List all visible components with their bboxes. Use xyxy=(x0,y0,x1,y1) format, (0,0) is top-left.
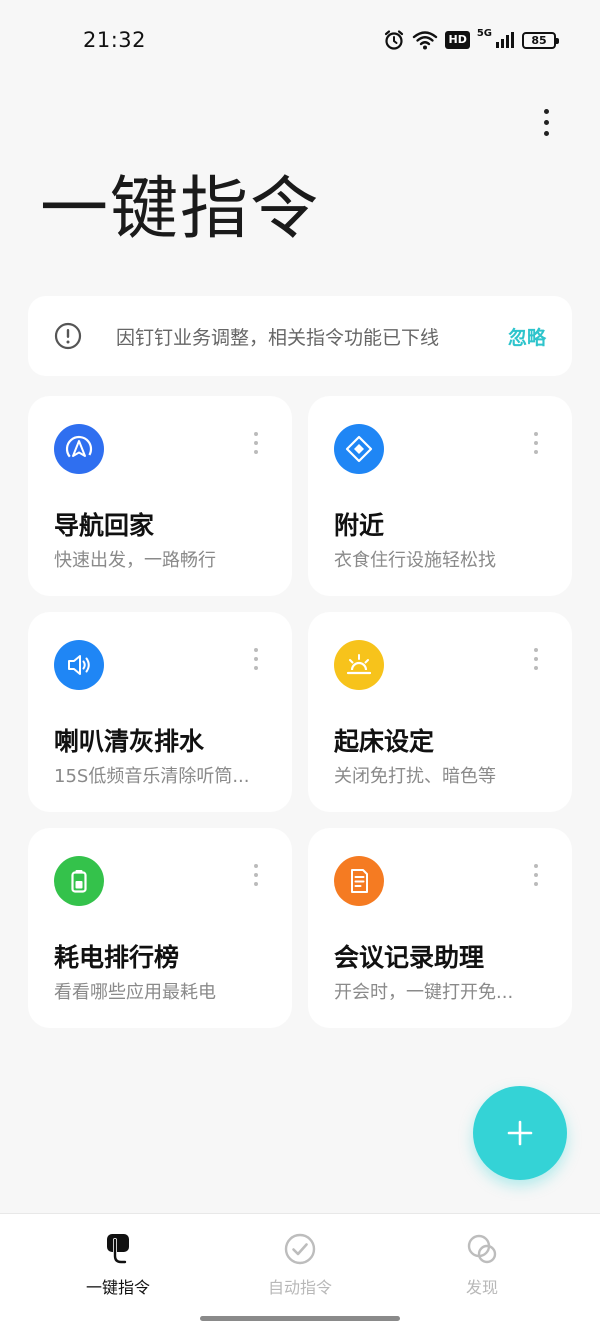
one-tap-command-icon xyxy=(107,1234,129,1264)
nav-label: 自动指令 xyxy=(267,1278,332,1297)
card-title: 会议记录助理 xyxy=(334,943,485,972)
nav-label: 一键指令 xyxy=(85,1278,150,1297)
status-icons: HD 5G 85 xyxy=(383,28,559,52)
card-title: 起床设定 xyxy=(334,727,435,756)
card-subtitle: 衣食住行设施轻松找 xyxy=(334,550,496,571)
signal-icon xyxy=(496,32,514,48)
navigation-arrow-icon xyxy=(54,424,104,474)
command-card-speaker-clean[interactable]: 喇叭清灰排水 15S低频音乐清除听筒... xyxy=(28,612,292,812)
screen: 21:32 HD 5G 85 一键指令 因钉钉业务调整，相关指令功能已下线 忽略… xyxy=(0,0,600,1333)
card-more-button[interactable] xyxy=(526,644,546,674)
card-more-button[interactable] xyxy=(526,860,546,890)
battery-icon xyxy=(54,856,104,906)
alarm-icon xyxy=(385,30,404,50)
card-subtitle: 看看哪些应用最耗电 xyxy=(54,982,216,1003)
wifi-icon xyxy=(413,31,438,50)
command-card-navigate-home[interactable]: 导航回家 快速出发，一路畅行 xyxy=(28,396,292,596)
info-circle-icon xyxy=(54,322,82,350)
add-command-button[interactable] xyxy=(473,1086,567,1180)
status-time: 21:32 xyxy=(83,28,147,52)
ignore-button[interactable]: 忽略 xyxy=(508,323,546,350)
card-subtitle: 关闭免打扰、暗色等 xyxy=(334,766,496,787)
command-card-wake-up[interactable]: 起床设定 关闭免打扰、暗色等 xyxy=(308,612,572,812)
card-title: 喇叭清灰排水 xyxy=(54,727,205,756)
home-indicator[interactable] xyxy=(200,1316,400,1321)
card-more-button[interactable] xyxy=(246,860,266,890)
document-icon xyxy=(334,856,384,906)
sunrise-icon xyxy=(334,640,384,690)
card-title: 附近 xyxy=(334,511,385,540)
card-more-button[interactable] xyxy=(246,428,266,458)
command-card-nearby[interactable]: 附近 衣食住行设施轻松找 xyxy=(308,396,572,596)
network-type: 5G xyxy=(476,28,492,39)
tab-one-tap-commands[interactable]: 一键指令 xyxy=(48,1232,188,1298)
speaker-icon xyxy=(54,640,104,690)
notice-banner: 因钉钉业务调整，相关指令功能已下线 忽略 xyxy=(28,296,572,376)
tab-discover[interactable]: 发现 xyxy=(412,1232,552,1298)
plus-icon xyxy=(507,1120,533,1146)
page-title: 一键指令 xyxy=(40,170,321,249)
more-vertical-icon xyxy=(543,108,549,114)
card-more-button[interactable] xyxy=(526,428,546,458)
location-diamond-icon xyxy=(334,424,384,474)
card-title: 耗电排行榜 xyxy=(54,943,180,972)
status-bar: 21:32 HD 5G 85 xyxy=(0,0,600,80)
hd-icon: HD xyxy=(445,31,470,49)
bottom-navigation: 一键指令 自动指令 发现 xyxy=(0,1213,600,1333)
battery-level: 85 xyxy=(531,33,547,47)
check-circle-icon xyxy=(284,1233,316,1265)
battery-icon: 85 xyxy=(522,31,559,49)
discover-icon xyxy=(467,1234,497,1264)
more-options-button[interactable] xyxy=(530,102,562,142)
notice-text: 因钉钉业务调整，相关指令功能已下线 xyxy=(116,326,440,349)
card-more-button[interactable] xyxy=(246,644,266,674)
card-subtitle: 开会时，一键打开免... xyxy=(334,982,514,1003)
nav-label: 发现 xyxy=(465,1278,498,1297)
card-subtitle: 快速出发，一路畅行 xyxy=(54,550,216,571)
card-title: 导航回家 xyxy=(54,511,155,540)
card-subtitle: 15S低频音乐清除听筒... xyxy=(54,766,250,787)
command-card-meeting-assistant[interactable]: 会议记录助理 开会时，一键打开免... xyxy=(308,828,572,1028)
command-card-battery-ranking[interactable]: 耗电排行榜 看看哪些应用最耗电 xyxy=(28,828,292,1028)
tab-auto-commands[interactable]: 自动指令 xyxy=(230,1232,370,1298)
